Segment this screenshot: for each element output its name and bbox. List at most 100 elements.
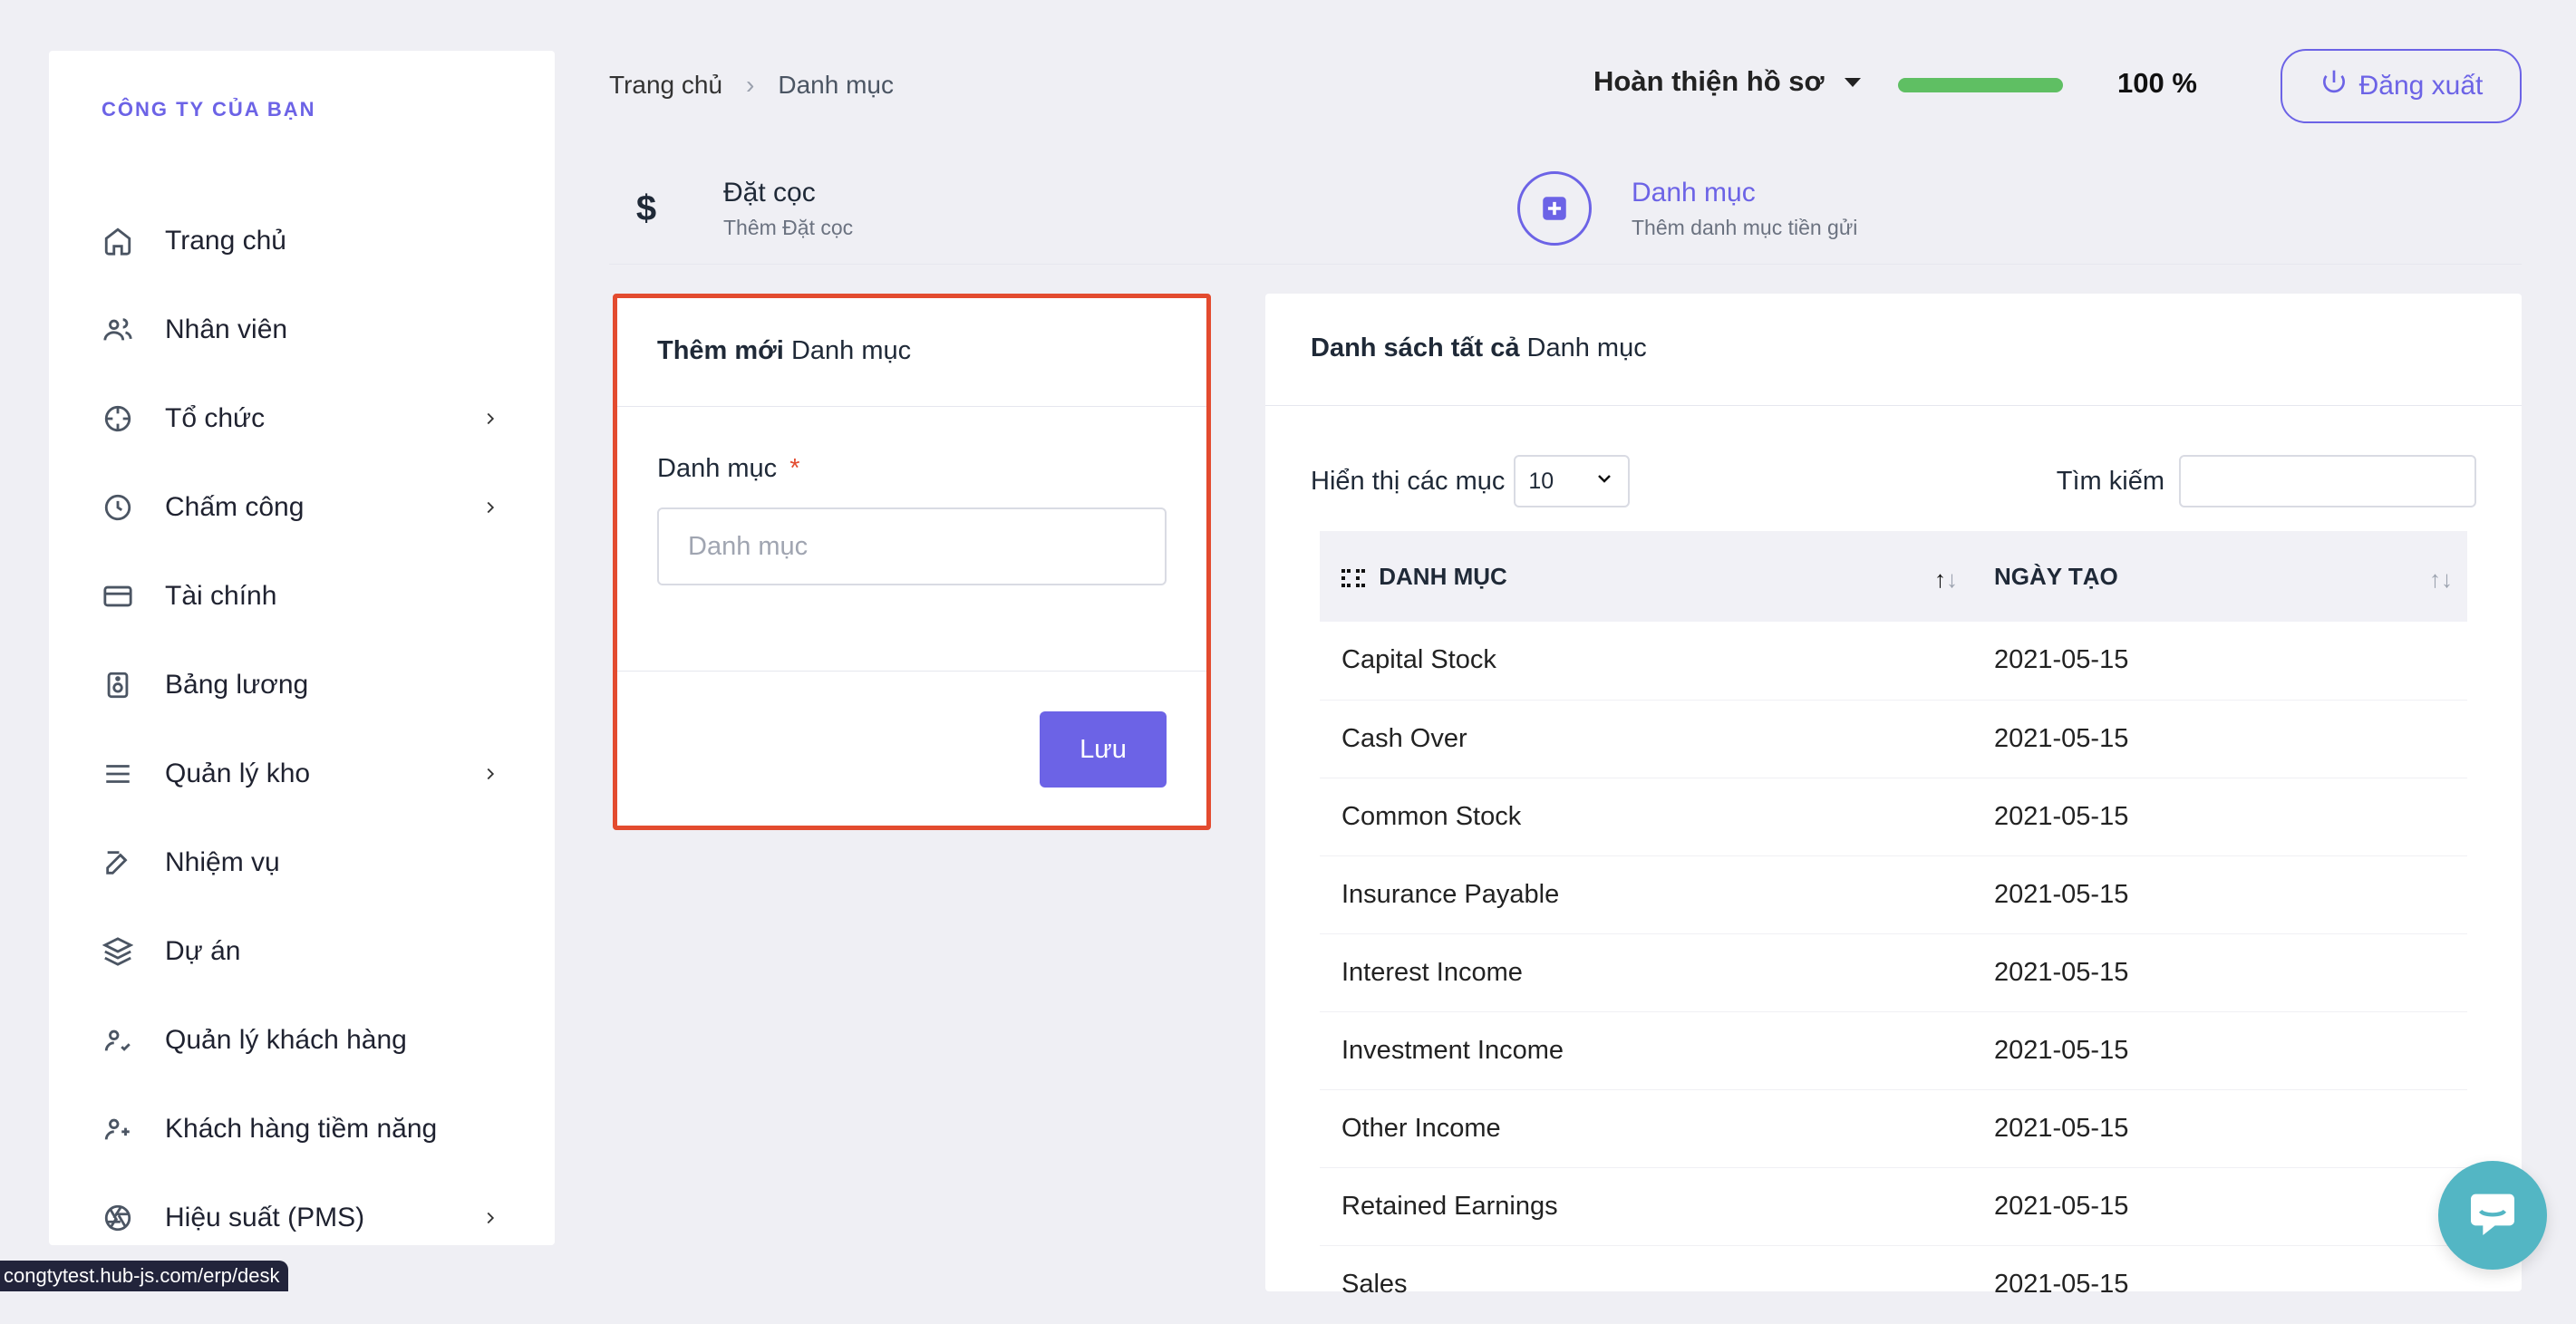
cell-category: Cash Over (1320, 700, 1972, 778)
table-row[interactable]: Capital Stock 2021-05-15 (1320, 622, 2467, 701)
cell-created-date: 2021-05-15 (1972, 700, 2467, 778)
required-mark: * (789, 454, 800, 483)
table-row[interactable]: Insurance Payable 2021-05-15 (1320, 855, 2467, 934)
table-row[interactable]: Retained Earnings 2021-05-15 (1320, 1167, 2467, 1246)
chevron-right-icon (480, 498, 500, 517)
power-icon (2319, 68, 2348, 104)
speaker-icon (100, 667, 136, 703)
sidebar-item-label: Bảng lương (165, 670, 309, 700)
profile-completion-dropdown[interactable]: Hoàn thiện hồ sơ (1593, 65, 1861, 98)
logout-button[interactable]: Đăng xuất (2281, 49, 2522, 123)
shortcut-category[interactable]: Danh mục Thêm danh mục tiền gửi (1517, 152, 1857, 265)
search-label: Tìm kiếm (2056, 466, 2164, 496)
table-row[interactable]: Investment Income 2021-05-15 (1320, 1011, 2467, 1090)
category-list-header: Danh sách tất cả Danh mục (1265, 294, 2522, 406)
category-field-label: Danh mục * (657, 454, 800, 483)
sidebar-item-tai-chinh[interactable]: Tài chính (100, 564, 500, 629)
table-row[interactable]: Sales 2021-05-15 (1320, 1245, 2467, 1324)
breadcrumb-current: Danh mục (778, 71, 894, 99)
cell-created-date: 2021-05-15 (1972, 1011, 2467, 1090)
aperture-icon (100, 1200, 136, 1236)
sidebar-item-nhan-vien[interactable]: Nhân viên (100, 297, 500, 362)
menu-icon (100, 756, 136, 792)
page-size-control: Hiển thị các mục 10 (1311, 455, 1631, 507)
column-header-category-label: DANH MỤC (1379, 562, 1507, 590)
sidebar-item-nhiem-vu[interactable]: Nhiệm vụ (100, 830, 500, 895)
category-field-label-text: Danh mục (657, 454, 778, 483)
sidebar-item-cham-cong[interactable]: Chấm công (100, 475, 500, 540)
save-button[interactable]: Lưu (1040, 711, 1167, 788)
sidebar-item-label: Dự án (165, 936, 241, 966)
sidebar-item-du-an[interactable]: Dự án (100, 919, 500, 984)
edit-icon (100, 845, 136, 881)
category-list-title-strong: Danh sách tất cả (1311, 333, 1520, 362)
home-icon (100, 223, 136, 259)
sidebar-item-bang-luong[interactable]: Bảng lương (100, 652, 500, 718)
chat-button[interactable] (2438, 1161, 2547, 1270)
chevron-down-icon (1593, 468, 1615, 496)
sort-icon: ↑↓ (2429, 565, 2453, 593)
breadcrumb-home[interactable]: Trang chủ (609, 71, 722, 100)
progress-fill (1898, 78, 2063, 92)
table-row[interactable]: Common Stock 2021-05-15 (1320, 778, 2467, 856)
sidebar-item-label: Quản lý kho (165, 759, 311, 788)
cell-created-date: 2021-05-15 (1972, 778, 2467, 856)
chevron-right-icon (480, 1208, 500, 1228)
chevron-right-icon (480, 409, 500, 429)
category-table: DANH MỤC ↑↓ NGÀY TẠO ↑↓ Capital Stock 20… (1320, 531, 2467, 1324)
sort-icon: ↑↓ (1934, 565, 1958, 593)
sidebar-item-quan-ly-khach-hang[interactable]: Quản lý khách hàng (100, 1008, 500, 1073)
add-category-title-rest: Danh mục (790, 336, 912, 365)
status-bar-url: congtytest.hub-js.com/erp/desk (0, 1261, 289, 1291)
layers-icon (100, 933, 136, 970)
chevron-right-icon (480, 764, 500, 784)
sidebar-item-quan-ly-kho[interactable]: Quản lý kho (100, 741, 500, 807)
sidebar-item-trang-chu[interactable]: Trang chủ (100, 208, 500, 274)
shortcut-deposit-subtitle: Thêm Đặt cọc (723, 215, 854, 239)
logout-label: Đăng xuất (2358, 71, 2484, 101)
list-controls: Hiển thị các mục 10 Tìm kiếm (1311, 453, 2476, 509)
search-control: Tìm kiếm (2057, 455, 2476, 507)
cell-created-date: 2021-05-15 (1972, 1167, 2467, 1246)
sidebar-item-label: Chấm công (165, 492, 305, 522)
cell-category: Insurance Payable (1320, 855, 1972, 934)
profile-progress-bar (1898, 78, 2063, 92)
drag-handle-icon (1341, 568, 1367, 587)
sidebar-brand: CÔNG TY CỦA BẠN (102, 98, 316, 121)
column-header-category[interactable]: DANH MỤC ↑↓ (1320, 531, 1972, 622)
sidebar-item-khach-hang-tiem-nang[interactable]: Khách hàng tiềm năng (100, 1097, 500, 1162)
sidebar-item-hieu-suat[interactable]: Hiệu suất (PMS) (100, 1185, 500, 1251)
chevron-right-icon: › (746, 71, 755, 99)
add-category-header: Thêm mới Danh mục (617, 298, 1206, 407)
sidebar-item-label: Tài chính (165, 581, 277, 611)
plus-square-icon (1517, 171, 1592, 246)
page-size-select[interactable]: 10 (1514, 455, 1631, 507)
table-row[interactable]: Cash Over 2021-05-15 (1320, 700, 2467, 778)
chat-bubble-icon (2464, 1184, 2522, 1247)
column-header-created-date[interactable]: NGÀY TẠO ↑↓ (1972, 531, 2467, 622)
column-header-created-date-label: NGÀY TẠO (1994, 562, 2118, 590)
cell-category: Capital Stock (1320, 622, 1972, 701)
sidebar-item-label: Tổ chức (165, 403, 266, 433)
cell-category: Investment Income (1320, 1011, 1972, 1090)
table-row[interactable]: Other Income 2021-05-15 (1320, 1089, 2467, 1168)
page-size-value: 10 (1528, 468, 1554, 494)
cell-created-date: 2021-05-15 (1972, 855, 2467, 934)
search-input[interactable] (2179, 455, 2476, 507)
category-list-card: Danh sách tất cả Danh mục Hiển thị các m… (1265, 294, 2522, 1324)
add-category-card: Thêm mới Danh mục Danh mục * Lưu (613, 294, 1211, 830)
cell-created-date: 2021-05-15 (1972, 1245, 2467, 1324)
cell-created-date: 2021-05-15 (1972, 622, 2467, 701)
shortcut-category-title: Danh mục (1632, 177, 1756, 208)
shortcut-deposit[interactable]: $ Đặt cọc Thêm Đặt cọc (609, 152, 853, 265)
category-input[interactable] (657, 507, 1167, 585)
table-row[interactable]: Interest Income 2021-05-15 (1320, 933, 2467, 1012)
sidebar-item-to-chuc[interactable]: Tổ chức (100, 386, 500, 451)
shortcut-deposit-title: Đặt cọc (723, 177, 816, 208)
cell-category: Retained Earnings (1320, 1167, 1972, 1246)
shortcut-category-subtitle: Thêm danh mục tiền gửi (1632, 215, 1858, 239)
cell-category: Interest Income (1320, 933, 1972, 1012)
sidebar-item-label: Trang chủ (165, 226, 286, 256)
show-entries-label: Hiển thị các mục (1311, 466, 1506, 496)
user-plus-icon (100, 1111, 136, 1147)
